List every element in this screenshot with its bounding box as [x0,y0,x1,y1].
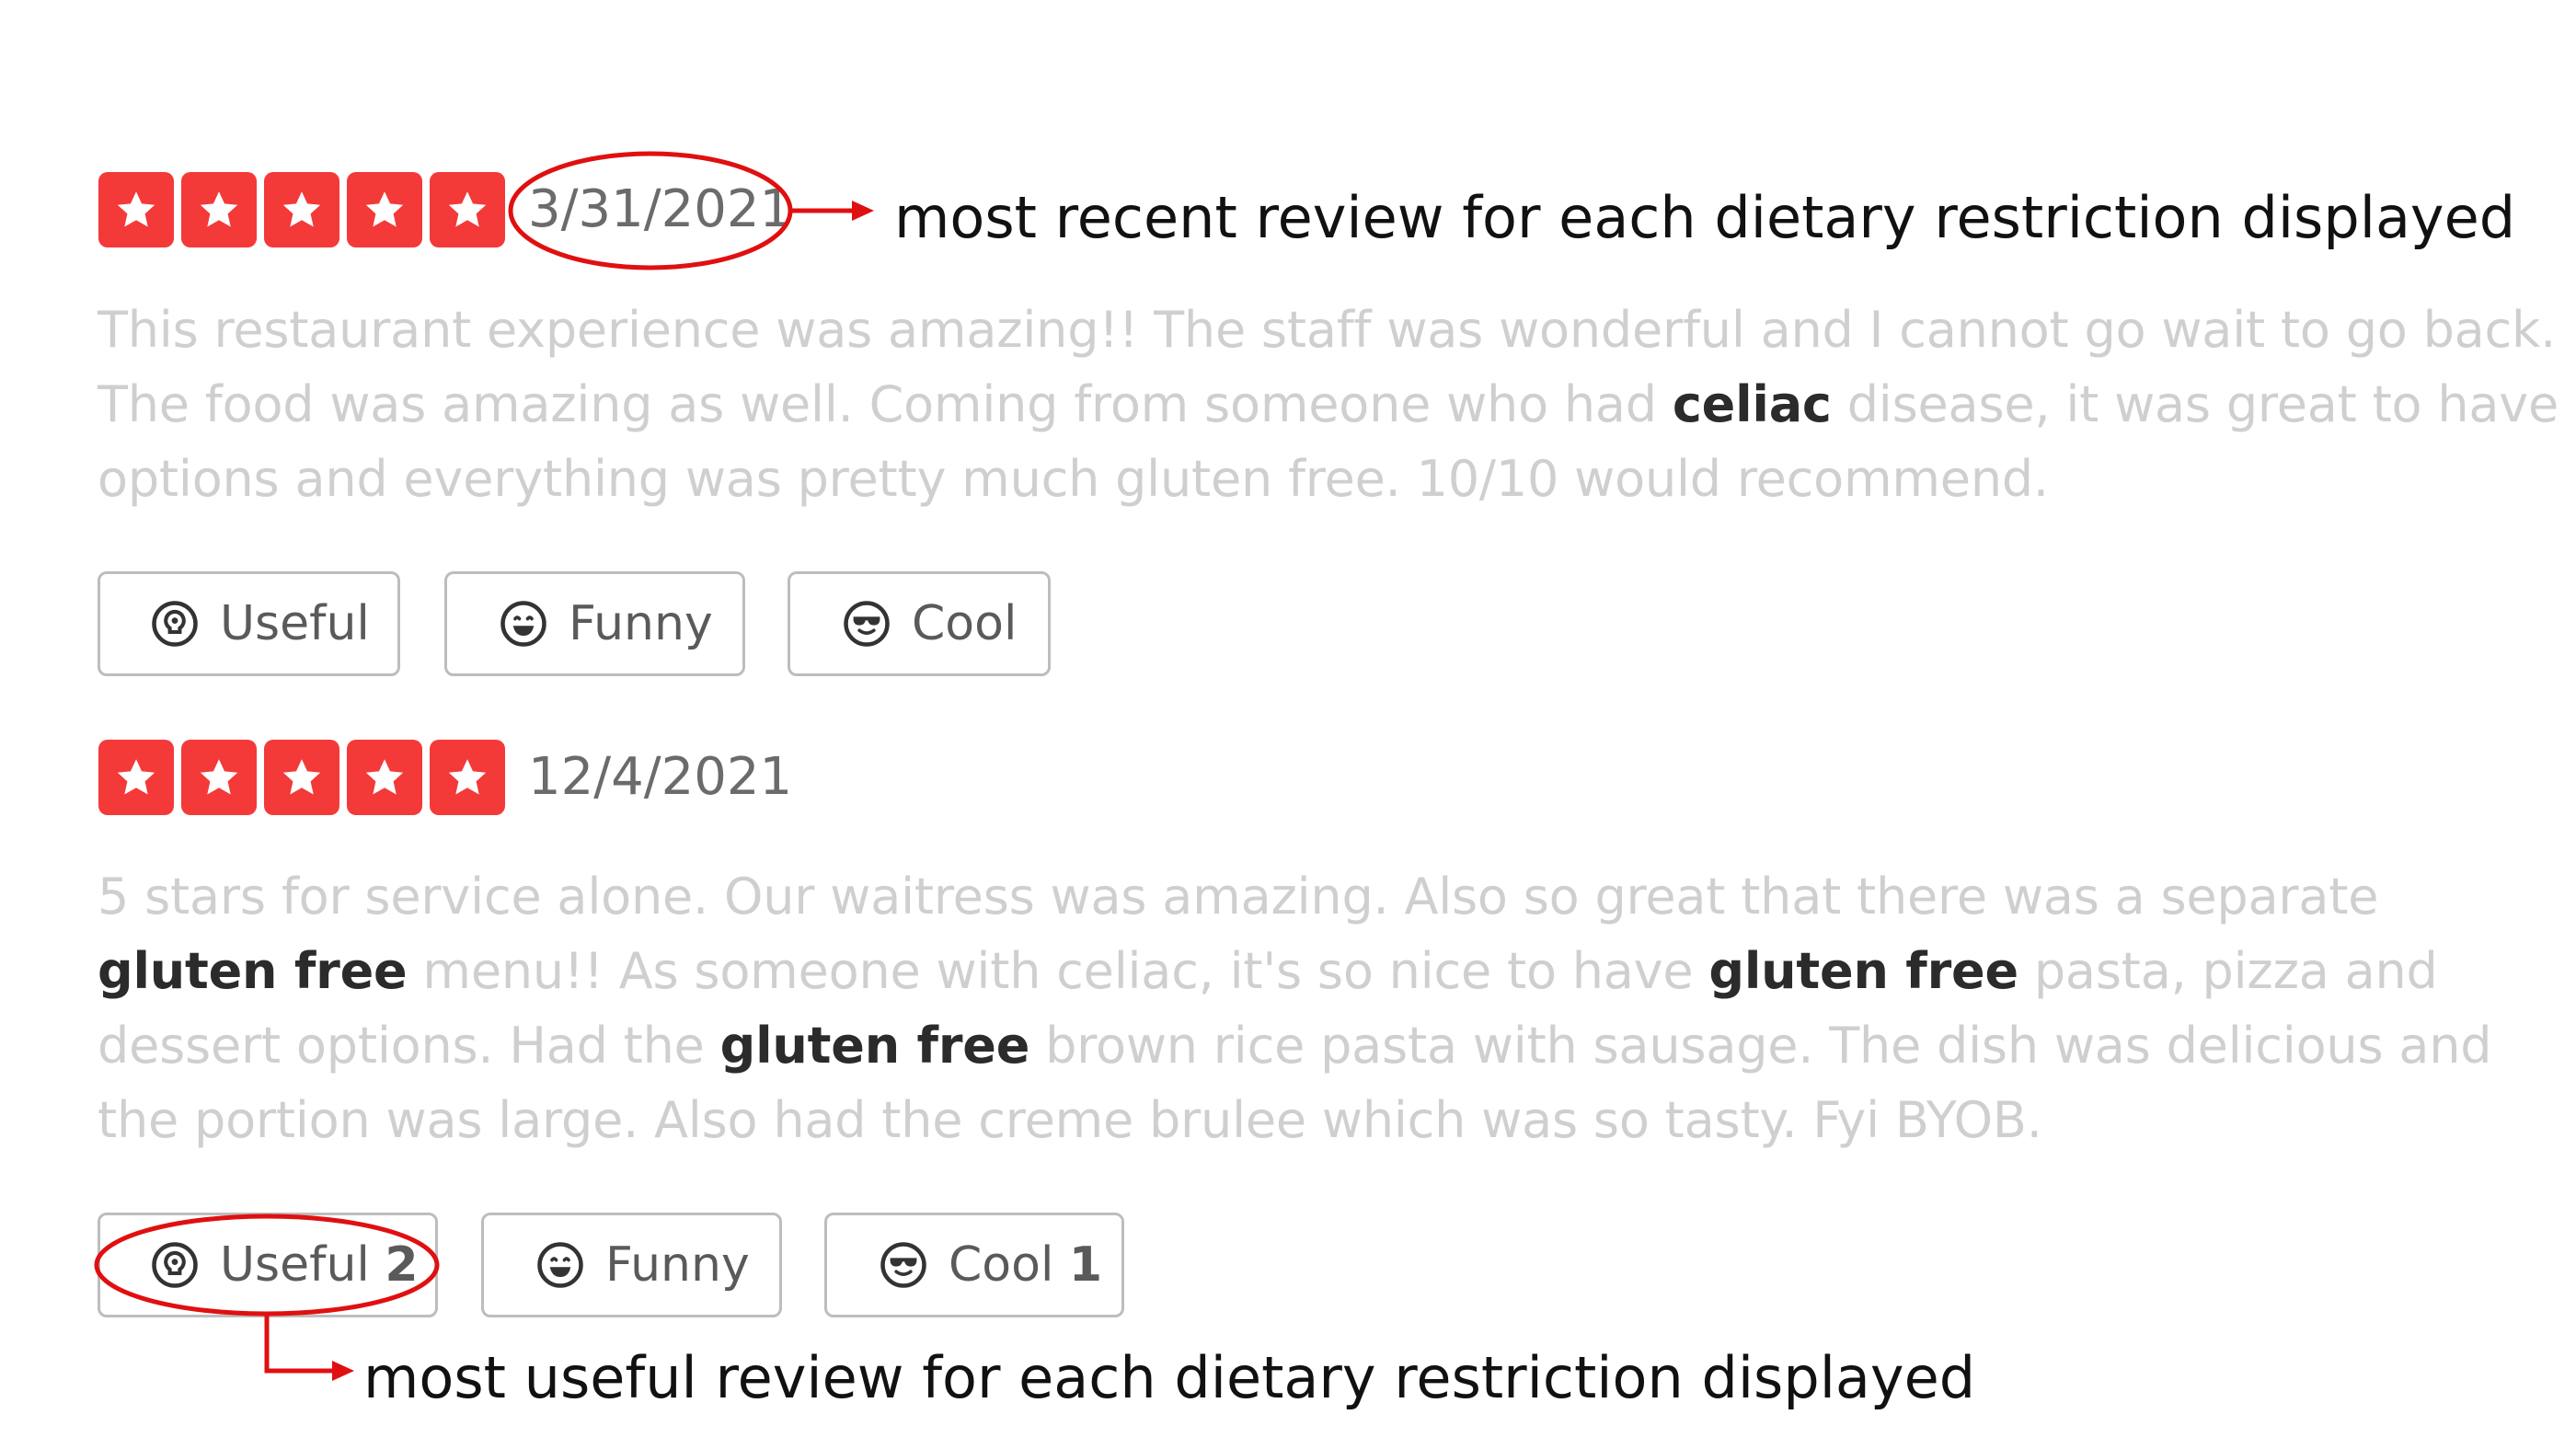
review-text: This restaurant experience was amazing!!… [98,293,2572,516]
useful-button[interactable]: Useful [98,571,400,676]
funny-button-label: Funny [605,1237,750,1293]
button-label-text: Cool [949,1237,1054,1293]
star-rating [98,172,505,247]
lightbulb-icon [152,601,198,647]
annotation-useful: most useful review for each dietary rest… [363,1344,1976,1411]
annotation-recent: most recent review for each dietary rest… [894,184,2516,251]
useful-button[interactable]: Useful 2 [98,1213,438,1317]
star-rating [98,740,505,815]
useful-arrow-line [264,1314,336,1374]
star-icon [264,172,339,247]
cool-button[interactable]: Cool [788,571,1051,676]
useful-count: 2 [385,1237,419,1293]
funny-button[interactable]: Funny [481,1213,782,1317]
star-icon [347,740,422,815]
cool-button-label: Cool [912,596,1018,651]
lightbulb-icon [152,1242,198,1288]
star-icon [181,740,257,815]
funny-button[interactable]: Funny [444,571,745,676]
cool-count: 1 [1068,1237,1103,1293]
sunglasses-face-icon [844,601,890,647]
star-icon [98,172,174,247]
star-icon [430,172,505,247]
review-date: 3/31/2021 [528,179,793,239]
funny-button-label: Funny [569,596,713,651]
useful-arrowhead [332,1361,354,1381]
recent-arrowhead [852,201,874,221]
keyword-highlight: celiac [1672,375,1832,433]
cool-button-label: Cool 1 [949,1237,1102,1293]
button-label-text: Useful [220,1237,370,1293]
star-icon [98,740,174,815]
cool-button[interactable]: Cool 1 [824,1213,1124,1317]
star-icon [181,172,257,247]
star-icon [347,172,422,247]
star-icon [430,740,505,815]
keyword-highlight: gluten free [1708,942,2018,1000]
review-date: 12/4/2021 [528,747,793,807]
sunglasses-face-icon [880,1242,926,1288]
grin-face-icon [500,601,546,647]
keyword-highlight: gluten free [719,1017,1030,1075]
useful-button-label: Useful 2 [220,1237,419,1293]
useful-button-label: Useful [220,596,370,651]
review-text-segment: 5 stars for service alone. Our waitress … [98,868,2379,926]
review-text: 5 stars for service alone. Our waitress … [98,859,2572,1157]
review-text-segment: menu!! As someone with celiac, it's so n… [407,942,1709,1000]
star-icon [264,740,339,815]
grin-face-icon [537,1242,583,1288]
keyword-highlight: gluten free [98,942,408,1000]
